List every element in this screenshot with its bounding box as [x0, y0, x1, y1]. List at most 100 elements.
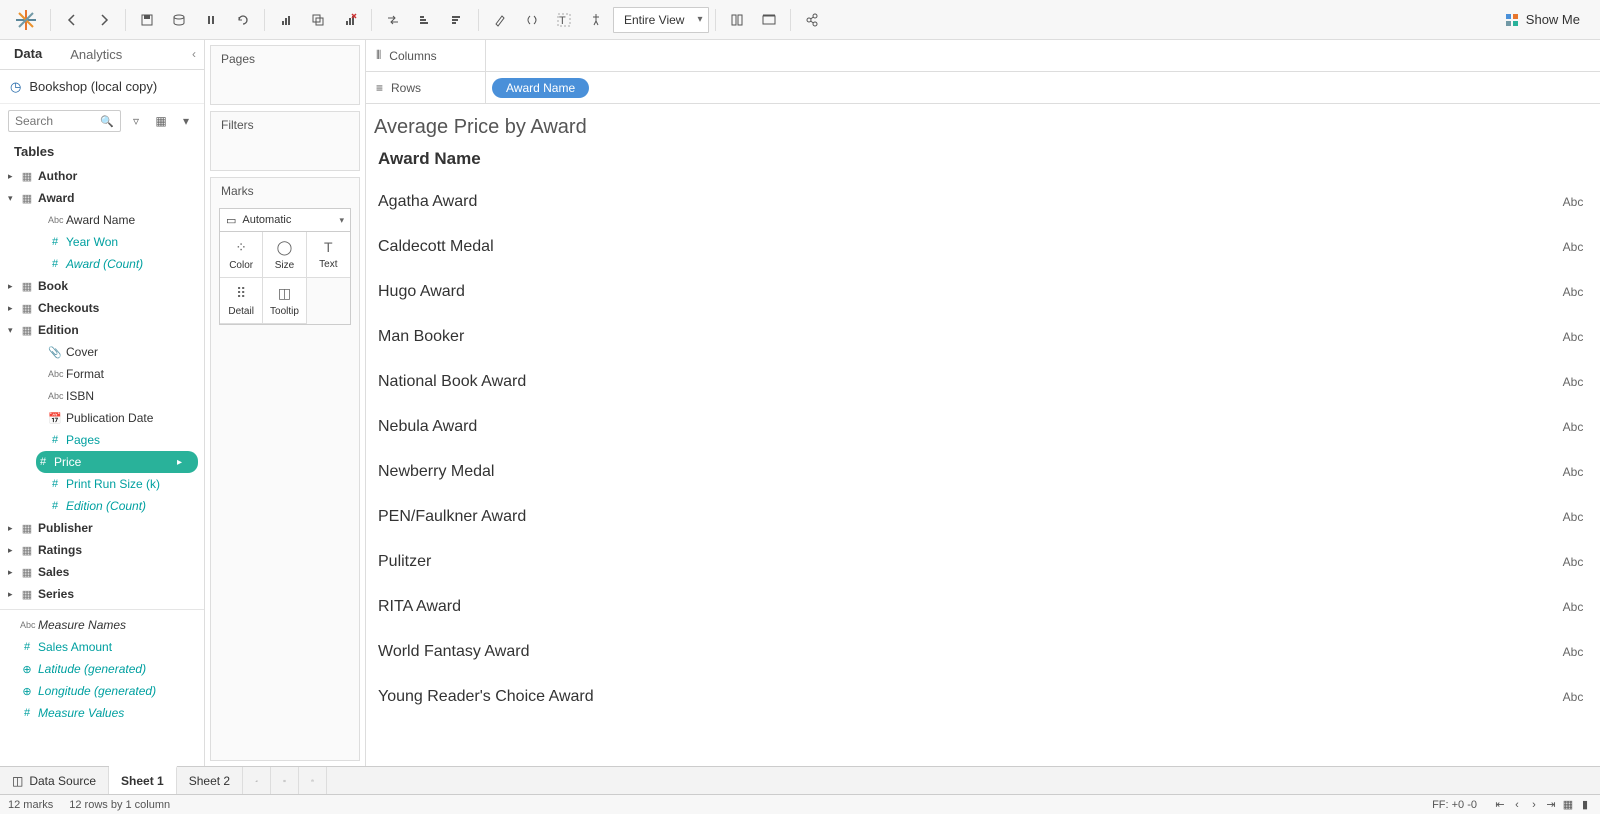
tooltip-shelf[interactable]: ◫ Tooltip	[263, 278, 306, 324]
pin-button[interactable]	[581, 6, 611, 34]
show-cards-button[interactable]	[722, 6, 752, 34]
tab-data[interactable]: Data	[0, 40, 56, 69]
rows-shelf[interactable]: ≡Rows Award Name	[366, 72, 1600, 104]
field-year-won[interactable]: #Year Won	[0, 231, 204, 253]
fit-select[interactable]: Entire View	[613, 7, 709, 33]
save-button[interactable]	[132, 6, 162, 34]
field-award-count-[interactable]: #Award (Count)	[0, 253, 204, 275]
view-data-icon[interactable]: ▦	[151, 111, 171, 131]
field-cover[interactable]: 📎Cover	[0, 341, 204, 363]
group-button[interactable]	[517, 6, 547, 34]
highlight-button[interactable]	[485, 6, 515, 34]
pages-shelf[interactable]: Pages	[210, 45, 360, 105]
pause-button[interactable]	[196, 6, 226, 34]
datasource-row[interactable]: ◷ Bookshop (local copy)	[0, 70, 204, 104]
row-value-placeholder: Abc	[1560, 510, 1600, 524]
dropdown-icon[interactable]: ▾	[176, 111, 196, 131]
field-longitude-generated-[interactable]: ⊕Longitude (generated)	[0, 680, 204, 702]
clear-sheet-button[interactable]	[335, 6, 365, 34]
detail-shelf[interactable]: ⠿Detail	[220, 278, 263, 324]
viz-row[interactable]: Man BookerAbc	[374, 314, 1600, 359]
viz-row[interactable]: PEN/Faulkner AwardAbc	[374, 494, 1600, 539]
search-input[interactable]: 🔍	[8, 110, 121, 132]
tab-data-source[interactable]: ◫Data Source	[0, 767, 109, 794]
refresh-button[interactable]	[228, 6, 258, 34]
viz-row[interactable]: Hugo AwardAbc	[374, 269, 1600, 314]
new-story-button[interactable]	[299, 767, 327, 794]
show-me-icon	[1504, 12, 1520, 28]
pill-award-name[interactable]: Award Name	[492, 78, 589, 98]
field-sales[interactable]: ▸▦Sales	[0, 561, 204, 583]
mark-type-select[interactable]: ▭ Automatic	[219, 208, 351, 232]
nav-prev-icon[interactable]: ‹	[1510, 799, 1524, 811]
field-ratings[interactable]: ▸▦Ratings	[0, 539, 204, 561]
text-shelf[interactable]: TText	[307, 232, 350, 278]
field-latitude-generated-[interactable]: ⊕Latitude (generated)	[0, 658, 204, 680]
duplicate-sheet-button[interactable]	[303, 6, 333, 34]
new-dashboard-button[interactable]	[271, 767, 299, 794]
field-isbn[interactable]: AbcISBN	[0, 385, 204, 407]
viz-row[interactable]: Agatha AwardAbc	[374, 179, 1600, 224]
viz-row[interactable]: RITA AwardAbc	[374, 584, 1600, 629]
nav-next-icon[interactable]: ›	[1527, 799, 1541, 811]
new-worksheet-button[interactable]	[271, 6, 301, 34]
field-author[interactable]: ▸▦Author	[0, 165, 204, 187]
filters-shelf[interactable]: Filters	[210, 111, 360, 171]
viz-title[interactable]: Average Price by Award	[374, 114, 1600, 145]
field-print-run-size-k-[interactable]: #Print Run Size (k)	[0, 473, 204, 495]
field-format[interactable]: AbcFormat	[0, 363, 204, 385]
field-publisher[interactable]: ▸▦Publisher	[0, 517, 204, 539]
field-edition-count-[interactable]: #Edition (Count)	[0, 495, 204, 517]
field-pages[interactable]: #Pages	[0, 429, 204, 451]
presentation-button[interactable]	[754, 6, 784, 34]
text-tool-button[interactable]: T	[549, 6, 579, 34]
viz-row[interactable]: World Fantasy AwardAbc	[374, 629, 1600, 674]
color-shelf[interactable]: ⁘Color	[220, 232, 263, 278]
field-checkouts[interactable]: ▸▦Checkouts	[0, 297, 204, 319]
collapse-pane-icon[interactable]: ‹	[192, 47, 196, 61]
row-value-placeholder: Abc	[1560, 420, 1600, 434]
field-publication-date[interactable]: 📅Publication Date	[0, 407, 204, 429]
tab-analytics[interactable]: Analytics	[56, 40, 136, 69]
tab-sheet-2[interactable]: Sheet 2	[177, 767, 243, 794]
viz-row[interactable]: National Book AwardAbc	[374, 359, 1600, 404]
new-datasource-button[interactable]	[164, 6, 194, 34]
tooltip-label: Tooltip	[270, 306, 299, 317]
viz-row[interactable]: Young Reader's Choice AwardAbc	[374, 674, 1600, 719]
swap-button[interactable]	[378, 6, 408, 34]
data-pane: Data Analytics ‹ ◷ Bookshop (local copy)…	[0, 40, 205, 766]
row-value-placeholder: Abc	[1560, 240, 1600, 254]
viz-row[interactable]: PulitzerAbc	[374, 539, 1600, 584]
field-price[interactable]: #Price	[36, 451, 198, 473]
forward-button[interactable]	[89, 6, 119, 34]
size-shelf[interactable]: ◯Size	[263, 232, 306, 278]
viz-row[interactable]: Nebula AwardAbc	[374, 404, 1600, 449]
toolbar: T Entire View Show Me	[0, 0, 1600, 40]
field-award-name[interactable]: AbcAward Name	[0, 209, 204, 231]
detail-label: Detail	[228, 306, 254, 317]
field-edition[interactable]: ▾▦Edition	[0, 319, 204, 341]
field-award[interactable]: ▾▦Award	[0, 187, 204, 209]
viz-row[interactable]: Newberry MedalAbc	[374, 449, 1600, 494]
field-book[interactable]: ▸▦Book	[0, 275, 204, 297]
back-button[interactable]	[57, 6, 87, 34]
viz-row[interactable]: Caldecott MedalAbc	[374, 224, 1600, 269]
field-measure-values[interactable]: #Measure Values	[0, 702, 204, 724]
tab-sheet-1[interactable]: Sheet 1	[109, 766, 177, 794]
tooltip-icon: ◫	[278, 285, 291, 302]
sort-desc-button[interactable]	[442, 6, 472, 34]
fields-tree: ▸▦Author▾▦AwardAbcAward Name#Year Won#Aw…	[0, 165, 204, 766]
field-measure-names[interactable]: AbcMeasure Names	[0, 614, 204, 636]
field-series[interactable]: ▸▦Series	[0, 583, 204, 605]
share-button[interactable]	[797, 6, 827, 34]
row-value-placeholder: Abc	[1560, 645, 1600, 659]
filter-fields-icon[interactable]: ▿	[126, 111, 146, 131]
viz-body: Agatha AwardAbcCaldecott MedalAbcHugo Aw…	[374, 179, 1600, 719]
new-sheet-button[interactable]	[243, 767, 271, 794]
show-me-button[interactable]: Show Me	[1492, 12, 1592, 28]
row-header: Newberry Medal	[374, 463, 1560, 481]
sort-asc-button[interactable]	[410, 6, 440, 34]
show-me-label: Show Me	[1526, 12, 1580, 27]
columns-shelf[interactable]: ⦀Columns	[366, 40, 1600, 72]
field-sales-amount[interactable]: #Sales Amount	[0, 636, 204, 658]
